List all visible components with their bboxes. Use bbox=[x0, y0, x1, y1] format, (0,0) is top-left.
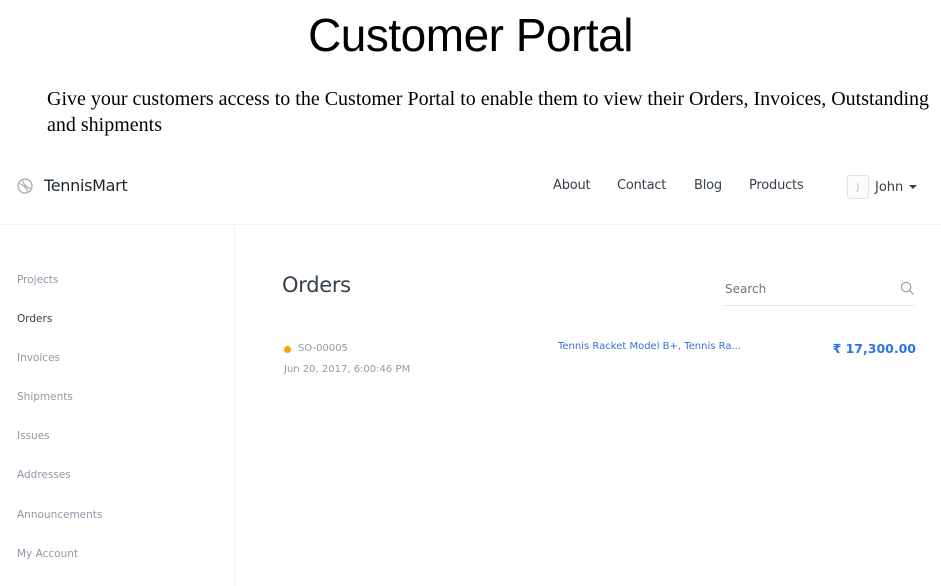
slide-description: Give your customers access to the Custom… bbox=[47, 88, 930, 136]
brand-name: TennisMart bbox=[44, 176, 128, 195]
nav-link-about[interactable]: About bbox=[553, 178, 591, 193]
page-title: Orders bbox=[282, 273, 351, 297]
tennis-ball-icon bbox=[17, 177, 33, 194]
order-row[interactable]: SO-00005 Jun 20, 2017, 6:00:46 PM Tennis… bbox=[282, 341, 916, 381]
sidebar-item-issues[interactable]: Issues bbox=[17, 430, 50, 442]
sidebar-item-shipments[interactable]: Shipments bbox=[17, 391, 73, 403]
order-id: SO-00005 bbox=[298, 343, 348, 354]
nav-link-contact[interactable]: Contact bbox=[617, 178, 666, 193]
search-icon[interactable] bbox=[900, 281, 915, 296]
nav-link-products[interactable]: Products bbox=[749, 178, 804, 193]
slide-title: Customer Portal bbox=[308, 9, 633, 61]
avatar: J bbox=[847, 175, 869, 199]
sidebar-item-announcements[interactable]: Announcements bbox=[17, 509, 102, 521]
user-name: John bbox=[875, 179, 904, 195]
sidebar-item-addresses[interactable]: Addresses bbox=[17, 469, 71, 481]
caret-down-icon bbox=[909, 185, 918, 189]
order-date: Jun 20, 2017, 6:00:46 PM bbox=[284, 364, 411, 375]
sidebar-item-my-account[interactable]: My Account bbox=[17, 548, 78, 560]
status-dot bbox=[284, 346, 291, 353]
brand-link[interactable]: TennisMart bbox=[17, 176, 128, 195]
search-input[interactable] bbox=[723, 277, 887, 301]
main-content: Orders SO-00005 Jun 20, 2017, 6:00:46 PM… bbox=[235, 225, 941, 586]
user-menu[interactable]: J John bbox=[847, 175, 918, 199]
search-box bbox=[723, 277, 915, 306]
order-items-link[interactable]: Tennis Racket Model B+, Tennis Ra... bbox=[558, 341, 741, 352]
order-amount: ₹ 17,300.00 bbox=[832, 341, 916, 356]
sidebar-item-orders[interactable]: Orders bbox=[17, 313, 52, 325]
sidebar-item-invoices[interactable]: Invoices bbox=[17, 352, 60, 364]
sidebar: Projects Orders Invoices Shipments Issue… bbox=[0, 225, 235, 586]
sidebar-item-projects[interactable]: Projects bbox=[17, 274, 58, 286]
nav-link-blog[interactable]: Blog bbox=[694, 178, 722, 193]
navbar: TennisMart About Contact Blog Products J… bbox=[0, 162, 941, 225]
